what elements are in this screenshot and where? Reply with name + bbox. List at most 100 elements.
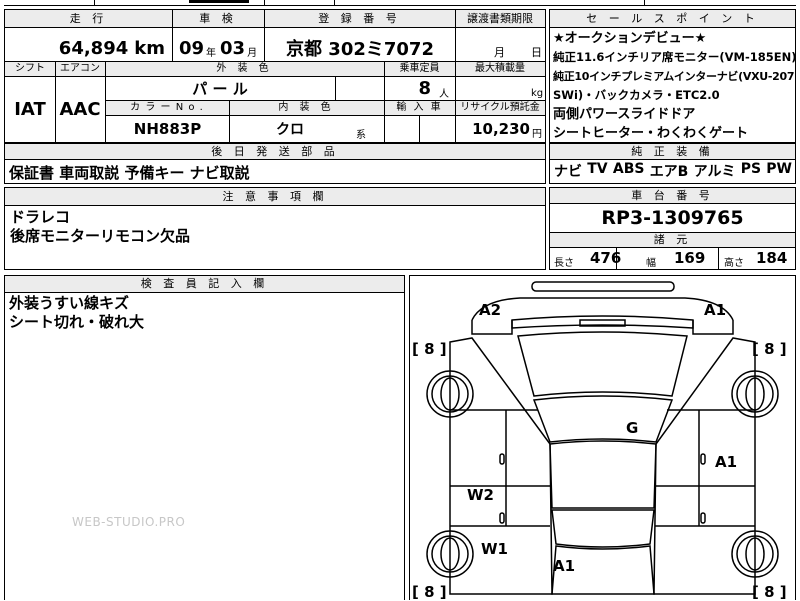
front-bumper (531, 281, 675, 292)
note-line: 後席モニターリモコン欠品 (10, 227, 191, 245)
import-header: 輸 入 車 (384, 100, 455, 115)
aircon-value: AAC (59, 98, 101, 120)
mileage-value: 64,894 (58, 37, 129, 59)
exterior-color-header: 外 装 色 (105, 61, 384, 76)
recycle-value: 10,230 (472, 120, 530, 138)
capacity-cell: 8 人 (385, 76, 455, 100)
tire-reading-rear-right: [ 8 ] (752, 583, 787, 601)
inspection-month-suffix: 月 (247, 47, 258, 59)
equipment-item: PS (740, 161, 762, 177)
mileage-unit: km (134, 37, 165, 59)
sales-points-box: セ ー ル ス ポ イ ン ト ★オークションデビュー★ 純正11.6インチリア… (549, 9, 797, 143)
equipment-item: ABS (612, 161, 645, 177)
color-no-cell: NH883P (106, 116, 229, 142)
equipment-list: ナビ TV ABS エアB アルミ PS PW (554, 161, 792, 181)
inspection-month: 03 (220, 37, 246, 59)
mark-left-quarter: W1 (481, 540, 508, 558)
exterior-color-cell: パ ー ル (106, 76, 334, 100)
capacity-header: 乗車定員 (384, 61, 455, 76)
sales-points-list: ★オークションデビュー★ 純正11.6インチリア席モニター(VM-185EN) … (553, 29, 797, 143)
tire-reading-front-right: [ 8 ] (752, 340, 787, 358)
inspector-notes-header: 検 査 員 記 入 欄 (5, 276, 404, 292)
width-value: 169 (674, 249, 706, 267)
recycle-unit: 円 (532, 128, 542, 140)
mark-rear: A1 (553, 557, 576, 575)
height-value: 184 (756, 249, 788, 267)
notes-header: 注 意 事 項 欄 (5, 188, 545, 205)
sales-point-line: 純正11.6インチリア席モニター(VM-185EN) (553, 50, 797, 64)
capacity-unit: 人 (439, 88, 449, 100)
max-load-unit: kg (531, 88, 544, 99)
interior-color-suffix: 系 (356, 130, 366, 141)
tire-value: 8 (424, 583, 435, 601)
dimensions-header: 諸 元 (550, 233, 795, 247)
transfer-day-suffix: 日 (531, 46, 542, 59)
car-diagram (426, 281, 779, 595)
sales-point-line: シートヒーター・わくわくゲート (553, 126, 749, 141)
max-load-header: 最大積載量 (455, 61, 545, 76)
mark-right-front-door: A1 (715, 453, 738, 471)
tire-value: 8 (764, 583, 775, 601)
inspector-note-line: シート切れ・破れ大 (9, 313, 145, 331)
transfer-deadline-header: 譲渡書類期限 (455, 10, 545, 27)
tire-reading-front-left: [ 8 ] (412, 340, 447, 358)
length-value: 476 (590, 249, 622, 267)
recycle-cell: 10,230 円 (456, 116, 545, 142)
mark-hood: G (626, 419, 639, 437)
interior-color-value: クロ (276, 122, 304, 138)
top-cutoff-strip (4, 0, 796, 6)
inspector-notes-box: 検 査 員 記 入 欄 外装うすい線キズ シート切れ・破れ大 (4, 275, 405, 600)
shift-value-cell: IAT (5, 76, 55, 142)
recycle-header: リサイクル預託金 (455, 100, 545, 115)
height-label: 高さ (724, 258, 744, 269)
mark-front-left: A2 (479, 301, 502, 319)
sales-point-line: 純正10インチプレミアムインターナビ(VXU-207 (553, 70, 795, 83)
chassis-number: RP3-1309765 (601, 207, 744, 229)
standard-equipment-box: 純 正 装 備 ナビ TV ABS エアB アルミ PS PW (549, 143, 796, 184)
color-no-header: カ ラ ー N o . (105, 100, 229, 115)
chassis-header: 車 台 番 号 (550, 188, 795, 203)
sales-point-line: 両側パワースライドドア (553, 107, 696, 122)
capacity-value: 8 (418, 77, 431, 99)
inspection-header: 車 検 (172, 10, 264, 27)
hood (517, 331, 688, 397)
equipment-item: アルミ (693, 164, 736, 180)
damage-diagram-box: A2 A1 G A1 W2 W1 A1 [ 8 ] [ 8 ] [ 8 ] [ … (409, 275, 796, 601)
tire-value: 8 (424, 340, 435, 358)
tire-reading-rear-left: [ 8 ] (412, 583, 447, 601)
mileage-header: 走 行 (5, 10, 172, 27)
standard-equipment-header: 純 正 装 備 (550, 144, 795, 159)
watermark: WEB-STUDIO.PRO (72, 515, 186, 529)
color-no-value: NH883P (133, 120, 202, 138)
transfer-month-suffix: 月 (494, 46, 505, 59)
interior-color-header: 内 装 色 (229, 100, 384, 115)
inspector-note-line: 外装うすい線キズ (9, 294, 130, 312)
vehicle-info-grid: 走 行 車 検 登 録 番 号 譲渡書類期限 64,894 km 09 年 03… (4, 9, 546, 143)
rear-window (551, 509, 655, 548)
equipment-item: エアB (649, 164, 689, 180)
registration-header: 登 録 番 号 (264, 10, 455, 27)
shift-value: IAT (14, 98, 46, 120)
ship-later-parts-header: 後 日 発 送 部 品 (5, 144, 545, 159)
windshield (532, 395, 674, 443)
exterior-color-value: パ ー ル (192, 79, 248, 98)
chassis-value-cell: RP3-1309765 (550, 204, 795, 232)
width-label: 幅 (646, 258, 656, 269)
roof (549, 440, 657, 509)
mark-left-rear-door: W2 (467, 486, 494, 504)
ship-later-parts-value: 保証書 車両取説 予備キー ナビ取説 (9, 164, 250, 182)
ship-later-parts-box: 後 日 発 送 部 品 保証書 車両取説 予備キー ナビ取説 (4, 143, 546, 184)
equipment-item: ナビ (554, 164, 582, 180)
sales-point-line: SWi)・バックカメラ・ETC2.0 (553, 88, 720, 102)
aircon-value-cell: AAC (55, 76, 105, 142)
tire-value: 8 (764, 340, 775, 358)
sales-points-header: セ ー ル ス ポ イ ン ト (550, 10, 795, 27)
length-label: 長さ (554, 258, 574, 269)
equipment-item: PW (766, 161, 792, 177)
notes-box: 注 意 事 項 欄 ドラレコ 後席モニターリモコン欠品 (4, 187, 546, 270)
inspection-year-suffix: 年 (206, 47, 216, 59)
sales-point-line: ★オークションデビュー★ (553, 31, 707, 46)
shift-header: シフト (5, 61, 55, 76)
interior-color-cell: クロ (230, 116, 350, 142)
notes-list: ドラレコ 後席モニターリモコン欠品 (10, 208, 190, 246)
